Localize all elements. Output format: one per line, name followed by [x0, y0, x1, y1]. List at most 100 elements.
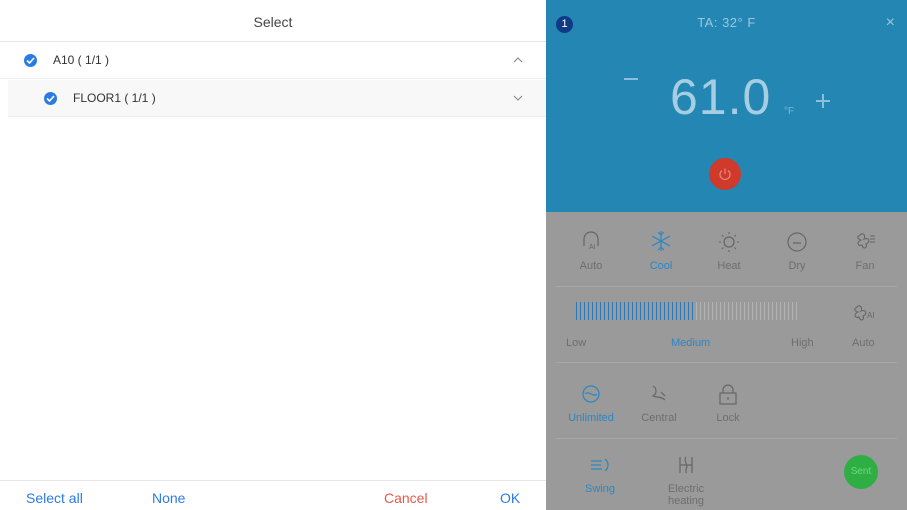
mode-dry[interactable]: Dry: [772, 228, 822, 272]
fan-speed-tick: [784, 302, 785, 320]
fan-speed-tick: [600, 302, 601, 320]
fan-speed-tick: [724, 302, 725, 320]
mode-cool[interactable]: Cool: [636, 228, 686, 272]
ok-button[interactable]: OK: [500, 490, 520, 506]
chevron-down-icon[interactable]: [512, 93, 524, 103]
fan-speed-tick: [696, 302, 697, 320]
fan-speed-tick: [628, 302, 629, 320]
power-icon: [719, 168, 731, 181]
fan-low-label: Low: [566, 337, 587, 349]
select-footer: Select all None Cancel OK: [0, 480, 546, 510]
fan-speed-tick: [644, 302, 645, 320]
checked-icon[interactable]: [44, 91, 57, 105]
fan-speed-tick: [648, 302, 649, 320]
fan-auto-button[interactable]: AI: [852, 302, 878, 329]
fan-speed-tick: [676, 302, 677, 320]
swing-label: Central: [641, 412, 677, 424]
swing-unlimited[interactable]: Unlimited: [561, 382, 621, 424]
select-title: Select: [0, 0, 546, 42]
fan-speed-tick: [752, 302, 753, 320]
fan-speed-tick: [668, 302, 669, 320]
fan-speed-tick: [788, 302, 789, 320]
mode-label: Cool: [649, 260, 673, 272]
fan-speed-tick: [728, 302, 729, 320]
chevron-up-icon[interactable]: [512, 55, 524, 65]
fan-speed-tick: [780, 302, 781, 320]
fan-speed-tick: [608, 302, 609, 320]
select-none-button[interactable]: None: [152, 490, 185, 506]
set-temperature: 61.0: [670, 69, 772, 125]
fan-speed-tick: [776, 302, 777, 320]
fan-speed-tick: [672, 302, 673, 320]
fan-speed-tick: [740, 302, 741, 320]
tree-row-label: FLOOR1 ( 1/1 ): [73, 91, 156, 105]
fan-speed-tick: [692, 302, 693, 320]
temp-decrease-button[interactable]: [624, 78, 638, 80]
mode-label: Heat: [717, 260, 741, 272]
fan-speed-tick: [592, 302, 593, 320]
ambient-temperature: TA: 32° F: [697, 15, 756, 30]
fan-speed-tick: [576, 302, 577, 320]
fan-speed-tick: [636, 302, 637, 320]
fan-speed-tick: [620, 302, 621, 320]
cancel-button[interactable]: Cancel: [384, 490, 428, 506]
fan-speed-tick: [604, 302, 605, 320]
close-icon[interactable]: ×: [886, 14, 895, 32]
fan-ai-icon: AI: [854, 305, 875, 321]
swing-label: Unlimited: [568, 412, 614, 424]
fan-speed-tick: [688, 302, 689, 320]
svg-text:AI: AI: [867, 311, 875, 320]
fan-speed-tick: [580, 302, 581, 320]
sent-button[interactable]: Sent: [844, 455, 878, 489]
heating-icon: [679, 456, 693, 473]
fan-speed-tick: [660, 302, 661, 320]
select-all-button[interactable]: Select all: [26, 490, 83, 506]
ac-control-panel: 1 TA: 32° F × 61.0 °F AI Auto Cool Heat …: [546, 0, 907, 510]
fan-speed-tick: [756, 302, 757, 320]
electric-heating-label: Electric heating: [667, 483, 705, 507]
fan-speed-tick: [616, 302, 617, 320]
swing-lock[interactable]: Lock: [703, 382, 753, 424]
tree-row-floor1[interactable]: FLOOR1 ( 1/1 ): [8, 80, 546, 117]
fan-speed-tick: [632, 302, 633, 320]
fan-speed-tick: [664, 302, 665, 320]
swing-central[interactable]: Central: [634, 382, 684, 424]
temperature-unit: °F: [784, 106, 795, 117]
divider: [556, 286, 897, 287]
mode-heat[interactable]: Heat: [704, 228, 754, 272]
fan-speed-tick: [768, 302, 769, 320]
fan-high-label: High: [791, 337, 814, 349]
tree-row-a10[interactable]: A10 ( 1/1 ): [0, 42, 546, 79]
divider: [556, 362, 897, 363]
electric-heating-button[interactable]: Electric heating: [656, 453, 716, 507]
fan-speed-tick: [596, 302, 597, 320]
fan-speed-tick: [680, 302, 681, 320]
fan-medium-label: Medium: [671, 337, 711, 349]
fan-auto-label: Auto: [852, 337, 875, 349]
ac-header: 1 TA: 32° F × 61.0 °F: [546, 0, 907, 212]
fan-speed-tick: [708, 302, 709, 320]
fan-speed-slider[interactable]: [576, 302, 804, 320]
auto-ai-icon: AI: [583, 231, 599, 251]
fan-speed-tick: [744, 302, 745, 320]
drop-icon: [787, 232, 807, 252]
swing-button[interactable]: Swing: [575, 453, 625, 495]
swing-label: Lock: [716, 412, 740, 424]
mode-auto[interactable]: AI Auto: [566, 228, 616, 272]
tree-row-label: A10 ( 1/1 ): [53, 53, 110, 67]
fan-speed-tick: [748, 302, 749, 320]
plus-icon: [822, 94, 824, 108]
fan-speed-tick: [700, 302, 701, 320]
fan-speed-tick: [640, 302, 641, 320]
sun-icon: [719, 232, 739, 252]
select-panel: Select A10 ( 1/1 ) FLOOR1 ( 1/1 ) Select…: [0, 0, 546, 510]
fan-speed-tick: [588, 302, 589, 320]
mode-fan[interactable]: Fan: [840, 228, 890, 272]
fan-speed-tick: [720, 302, 721, 320]
lock-icon: [719, 384, 737, 405]
fan-speed-tick: [760, 302, 761, 320]
divider: [556, 438, 897, 439]
power-button[interactable]: [709, 158, 741, 190]
checked-icon[interactable]: [24, 53, 37, 67]
mode-label: Fan: [855, 260, 875, 272]
